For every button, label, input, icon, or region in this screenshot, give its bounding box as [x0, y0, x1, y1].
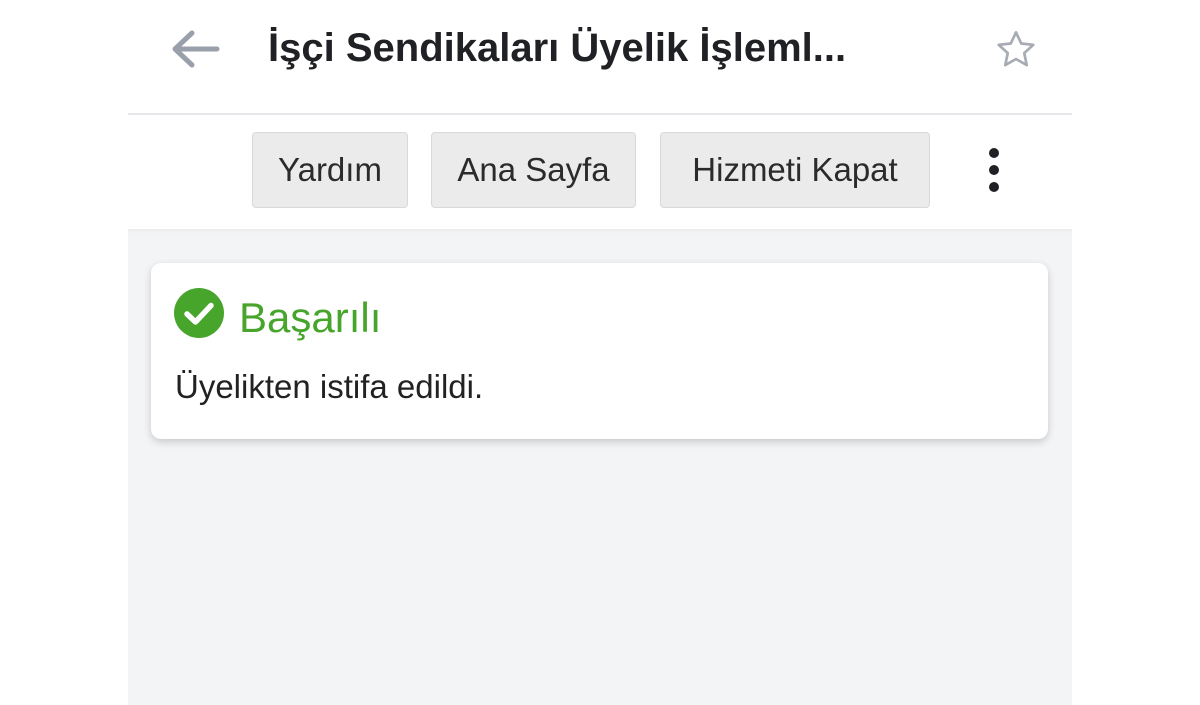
success-alert: Başarılı Üyelikten istifa edildi. — [151, 263, 1048, 439]
app-screen: İşçi Sendikaları Üyelik İşleml... Yardım… — [0, 0, 1200, 705]
arrow-left-icon — [172, 30, 220, 68]
check-circle-icon — [174, 288, 224, 338]
favorite-button[interactable] — [990, 24, 1042, 76]
more-options-button[interactable] — [976, 142, 1012, 198]
close-service-button[interactable]: Hizmeti Kapat — [660, 132, 930, 208]
top-app-bar: İşçi Sendikaları Üyelik İşleml... — [128, 0, 1072, 113]
help-button[interactable]: Yardım — [252, 132, 408, 208]
star-outline-icon — [997, 31, 1035, 67]
more-vertical-icon — [989, 148, 999, 192]
action-toolbar: Yardım Ana Sayfa Hizmeti Kapat — [128, 115, 1072, 229]
alert-title: Başarılı — [239, 294, 382, 341]
back-button[interactable] — [164, 24, 224, 74]
content-area: Başarılı Üyelikten istifa edildi. — [128, 229, 1072, 705]
page-title: İşçi Sendikaları Üyelik İşleml... — [268, 26, 847, 70]
alert-message: Üyelikten istifa edildi. — [175, 368, 484, 405]
home-button[interactable]: Ana Sayfa — [431, 132, 636, 208]
